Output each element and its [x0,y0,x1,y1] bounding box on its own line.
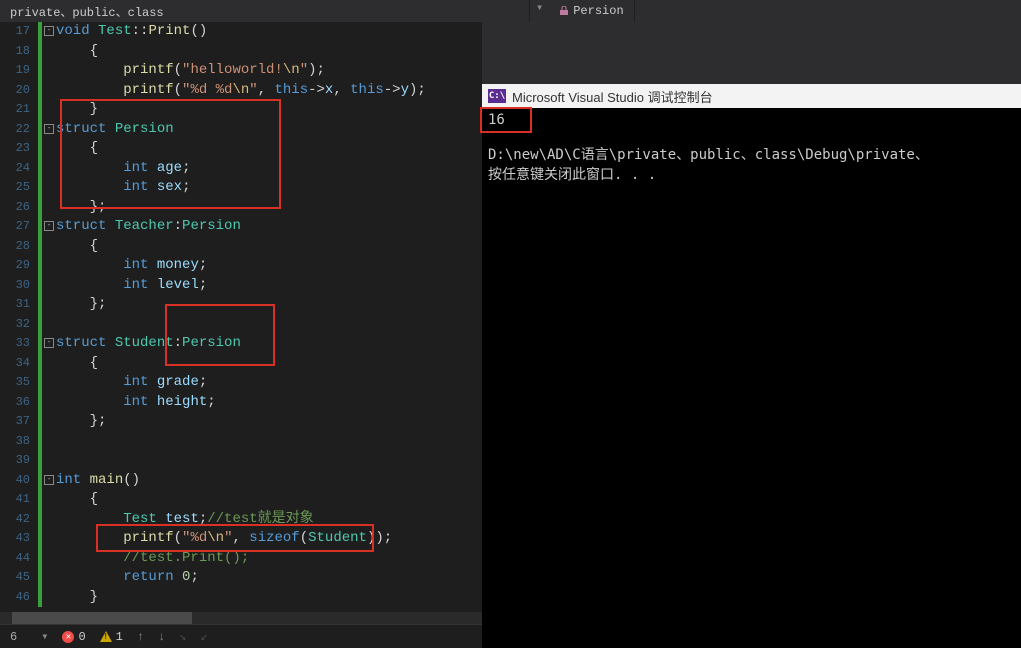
console-close-hint: 按任意键关闭此窗口. . . [488,167,656,183]
console-body[interactable]: 16 D:\new\AD\C语言\private、public、class\De… [482,108,1021,648]
tab-source-file[interactable]: private、public、class [0,0,530,22]
warning-icon [100,631,112,642]
editor-pane: 1718192021222324252627282930313233343536… [0,22,482,648]
tabs-bar: private、public、class ▾ Persion [0,0,1021,22]
lock-icon [559,6,569,16]
horizontal-scrollbar[interactable] [0,612,482,624]
nav-left-icon[interactable]: ↘ [179,629,186,644]
warning-count[interactable]: 1 [100,630,123,644]
zoom-dropdown-icon[interactable]: ▾ [41,629,48,644]
line-number-gutter: 1718192021222324252627282930313233343536… [0,22,38,612]
fold-toggle[interactable]: - [44,338,54,348]
vs-icon: C:\ [488,89,506,103]
zoom-level: 6 [10,630,27,644]
fold-toggle[interactable]: - [44,124,54,134]
nav-down-icon[interactable]: ↓ [158,630,165,644]
tab-dropdown-icon[interactable]: ▾ [530,0,549,22]
console-gap [482,22,1021,84]
nav-up-icon[interactable]: ↑ [137,630,144,644]
status-bar: 6 ▾ ✕ 0 1 ↑ ↓ ↘ ↙ [0,624,482,648]
fold-toggle[interactable]: - [44,221,54,231]
tab-class-view[interactable]: Persion [549,0,634,22]
console-path: D:\new\AD\C语言\private、public、class\Debug… [488,147,929,163]
code-area[interactable]: void Test::Print() { printf("helloworld!… [56,22,482,612]
scrollbar-thumb[interactable] [12,612,192,624]
nav-right-icon[interactable]: ↙ [200,629,207,644]
fold-toggle[interactable]: - [44,26,54,36]
error-icon: ✕ [62,631,74,643]
tab-label: private、public、class [10,3,164,20]
main-area: 1718192021222324252627282930313233343536… [0,22,1021,648]
console-title-bar[interactable]: C:\ Microsoft Visual Studio 调试控制台 [482,84,1021,108]
fold-margin[interactable]: - - - - - [38,22,56,612]
console-pane: C:\ Microsoft Visual Studio 调试控制台 16 D:\… [482,22,1021,648]
tab-label: Persion [573,4,623,18]
console-title-text: Microsoft Visual Studio 调试控制台 [512,87,713,106]
fold-toggle[interactable]: - [44,475,54,485]
error-count[interactable]: ✕ 0 [62,630,85,644]
code-container[interactable]: 1718192021222324252627282930313233343536… [0,22,482,612]
console-output: 16 [488,112,505,128]
